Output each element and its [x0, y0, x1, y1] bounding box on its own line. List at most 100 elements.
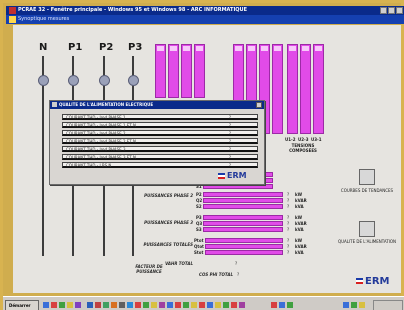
- task-icon[interactable]: [279, 302, 285, 308]
- task-icon[interactable]: [119, 302, 125, 308]
- task-icon[interactable]: [87, 302, 93, 308]
- quicklaunch-icon[interactable]: [67, 302, 73, 308]
- task-icon[interactable]: [239, 302, 245, 308]
- power-bar: [203, 198, 283, 203]
- unit: kW: [295, 238, 303, 243]
- meter-bar: [155, 44, 166, 98]
- task-icon[interactable]: [167, 302, 173, 308]
- dialog-icon: [52, 102, 57, 107]
- value: ?: [287, 204, 290, 209]
- quicklaunch-icon[interactable]: [51, 302, 57, 308]
- row-label-totals: PUISSANCES TOTALES: [143, 242, 193, 247]
- trends-label[interactable]: COURBES DE TENDANCES: [337, 188, 397, 193]
- meter-bar: [181, 44, 192, 98]
- task-icon[interactable]: [207, 302, 213, 308]
- meter-code: U3-1: [311, 137, 322, 142]
- task-icon[interactable]: [175, 302, 181, 308]
- task-icon[interactable]: [199, 302, 205, 308]
- meter-bar: [194, 44, 205, 98]
- line-code: Stot: [194, 250, 204, 255]
- task-icon[interactable]: [127, 302, 133, 308]
- sub-window-titlebar[interactable]: Synoptique mesures: [6, 15, 404, 24]
- tray-icon[interactable]: [359, 302, 365, 308]
- line-code: Q2: [196, 198, 203, 203]
- unit: kVA: [295, 204, 304, 209]
- erm-logo: ERM: [356, 276, 389, 287]
- breaker-p1[interactable]: [68, 75, 79, 86]
- value: ?: [287, 238, 290, 243]
- task-icon[interactable]: [191, 302, 197, 308]
- power-bar: [205, 250, 283, 255]
- minimize-button[interactable]: [380, 7, 387, 14]
- dialog-titlebar[interactable]: QUALITE DE L'ALIMENTATION ELECTRIQUE: [50, 101, 264, 109]
- task-icon[interactable]: [183, 302, 189, 308]
- meter-group-label: TENSIONS COMPOSEES: [289, 143, 317, 153]
- dialog-close-button[interactable]: [256, 102, 262, 108]
- task-icon[interactable]: [103, 302, 109, 308]
- bus-line-n: [42, 56, 44, 256]
- maximize-button[interactable]: [388, 7, 395, 14]
- task-icon[interactable]: [151, 302, 157, 308]
- line-code: S2: [196, 204, 202, 209]
- row-label-phase-3: PUISSANCES PHASE 3: [144, 220, 193, 225]
- start-button[interactable]: Démarrer: [5, 300, 39, 310]
- taskbar: Démarrer: [3, 296, 404, 310]
- task-icon[interactable]: [215, 302, 221, 308]
- close-button[interactable]: [396, 7, 403, 14]
- clock[interactable]: [373, 300, 403, 310]
- breaker-n[interactable]: [38, 75, 49, 86]
- value: ?: [287, 215, 290, 220]
- quicklaunch-icon[interactable]: [75, 302, 81, 308]
- power-quality-dialog: QUALITE DE L'ALIMENTATION ELECTRIQUE COU…: [49, 100, 265, 185]
- quicklaunch-icon[interactable]: [59, 302, 65, 308]
- tray-icon[interactable]: [351, 302, 357, 308]
- task-icon[interactable]: [223, 302, 229, 308]
- unit: kVAR: [295, 198, 307, 203]
- task-icon[interactable]: [95, 302, 101, 308]
- task-icon[interactable]: [271, 302, 277, 308]
- tray-icon[interactable]: [343, 302, 349, 308]
- app-window: PCRAE 32 - Fenêtre principale - Windows …: [0, 0, 404, 310]
- thd-row: COURANT THD - Ired PHASE 2 ET N?: [62, 138, 258, 144]
- quality-label[interactable]: QUALITE DE L'ALIMENTATION: [337, 239, 397, 244]
- power-quality-icon[interactable]: [359, 221, 375, 237]
- task-icon[interactable]: [231, 302, 237, 308]
- breaker-p2[interactable]: [99, 75, 110, 86]
- dialog-erm-logo: ERM: [218, 171, 247, 180]
- vahr-total-value: ?: [235, 261, 238, 266]
- value: ?: [287, 192, 290, 197]
- dialog-title: QUALITE DE L'ALIMENTATION ELECTRIQUE: [59, 102, 154, 107]
- quicklaunch-icon[interactable]: [43, 302, 49, 308]
- thd-row: COURANT THD - I BS N?: [62, 162, 258, 168]
- task-icon[interactable]: [143, 302, 149, 308]
- value: ?: [287, 250, 290, 255]
- value: ?: [287, 227, 290, 232]
- power-bar: [203, 192, 283, 197]
- thd-row: COURANT THD - Ired PHASE 3?: [62, 146, 258, 152]
- phase-label-n: N: [39, 42, 48, 53]
- trends-chart-icon[interactable]: [359, 169, 375, 185]
- value: ?: [287, 244, 290, 249]
- thd-row: COURANT THD - Ired PHASE 2?: [62, 130, 258, 136]
- unit: kVA: [295, 250, 304, 255]
- window-titlebar[interactable]: PCRAE 32 - Fenêtre principale - Windows …: [6, 6, 404, 15]
- meter-code: U1-2: [285, 137, 296, 142]
- meter-bar: [272, 44, 283, 134]
- line-code: S3: [196, 227, 202, 232]
- power-bar: [203, 227, 283, 232]
- task-icon[interactable]: [159, 302, 165, 308]
- sub-window-title: Synoptique mesures: [18, 16, 70, 22]
- meter-code: U2-3: [298, 137, 309, 142]
- row-label-phase-2: PUISSANCES PHASE 2: [144, 193, 193, 198]
- unit: kW: [295, 192, 303, 197]
- task-icon[interactable]: [135, 302, 141, 308]
- power-bar: [203, 215, 283, 220]
- task-icon[interactable]: [287, 302, 293, 308]
- task-icon[interactable]: [111, 302, 117, 308]
- thd-row: COURANT THD - Ired PHASE 3 ET N?: [62, 154, 258, 160]
- breaker-p3[interactable]: [128, 75, 139, 86]
- app-icon: [9, 7, 16, 14]
- value: ?: [287, 198, 290, 203]
- power-bar: [205, 244, 283, 249]
- value: ?: [287, 221, 290, 226]
